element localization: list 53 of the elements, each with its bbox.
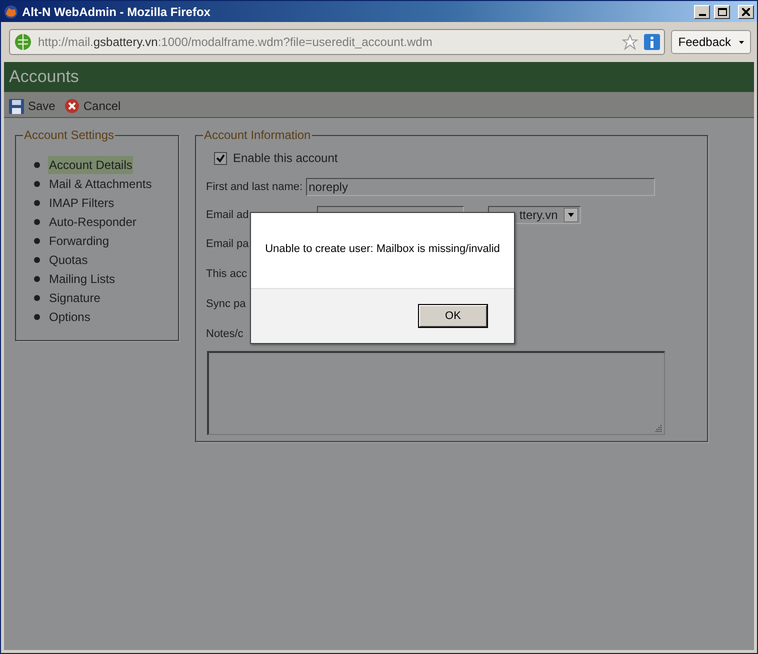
close-button[interactable] xyxy=(738,4,754,18)
resize-grip-icon xyxy=(655,424,662,432)
section-legend: Account Information xyxy=(203,129,312,141)
toolbar-button[interactable]: Save xyxy=(9,97,56,115)
section-legend: Account Settings xyxy=(23,129,116,141)
settings-menu-item[interactable]: Signature xyxy=(48,288,102,306)
browser-logo-icon xyxy=(4,4,18,18)
notes-textarea[interactable] xyxy=(207,350,665,434)
bullet-icon xyxy=(34,238,40,244)
field-label: First and last name: xyxy=(206,180,303,195)
checkbox[interactable] xyxy=(214,152,227,164)
feedback-button[interactable]: Feedback xyxy=(671,30,751,54)
minimize-button[interactable] xyxy=(694,4,710,18)
star-icon[interactable] xyxy=(622,34,638,50)
text-field[interactable]: noreply xyxy=(306,178,655,196)
address-bar[interactable]: http://mail.gsbattery.vn:1000/modalframe.wdm?file=useredit_account.wdm xyxy=(9,29,666,55)
bullet-icon xyxy=(34,162,40,168)
bullet-icon xyxy=(34,218,40,224)
cancel-icon xyxy=(65,99,80,113)
window-title: Alt-N WebAdmin - Mozilla Firefox xyxy=(22,4,212,20)
ok-button[interactable]: OK xyxy=(419,305,487,327)
bullet-icon xyxy=(34,180,40,186)
settings-menu-item[interactable]: Forwarding xyxy=(48,232,110,250)
bullet-icon xyxy=(34,200,40,206)
url-text: http://mail.gsbattery.vn:1000/modalframe.wdm?file=useredit_account.wdm xyxy=(38,34,434,51)
bullet-icon xyxy=(34,294,40,300)
globe-icon xyxy=(14,33,32,51)
dialog-message: Unable to create user: Mailbox is missing/invalid xyxy=(265,242,500,257)
field-label: Sync pa xyxy=(206,296,246,312)
settings-menu-item[interactable]: IMAP Filters xyxy=(48,194,116,212)
settings-menu-item[interactable]: Options xyxy=(48,308,92,326)
dropdown-arrow-icon xyxy=(739,40,744,44)
minimize-icon xyxy=(698,14,706,16)
field-label: Email ad xyxy=(206,208,249,223)
field-label: Notes/c xyxy=(206,327,244,342)
maximize-icon xyxy=(718,8,726,16)
close-icon xyxy=(742,8,750,16)
page-title: Accounts xyxy=(9,66,79,88)
bullet-icon xyxy=(34,256,40,262)
field-label: Email pa xyxy=(206,236,249,252)
toolbar-button[interactable]: Cancel xyxy=(65,97,121,115)
bullet-icon xyxy=(34,314,40,320)
dropdown-arrow-icon xyxy=(564,208,578,222)
settings-menu-item[interactable]: Mail & Attachments xyxy=(48,174,153,192)
field-label: This acc xyxy=(206,266,247,282)
maximize-button[interactable] xyxy=(714,4,730,18)
settings-menu-item[interactable]: Auto-Responder xyxy=(48,212,138,230)
settings-menu-item[interactable]: Account Details xyxy=(48,156,134,174)
info-icon[interactable] xyxy=(644,34,660,50)
bullet-icon xyxy=(34,276,40,282)
settings-menu-item[interactable]: Mailing Lists xyxy=(48,270,116,288)
settings-menu-item[interactable]: Quotas xyxy=(48,250,89,268)
checkbox-label: Enable this account xyxy=(233,150,338,167)
